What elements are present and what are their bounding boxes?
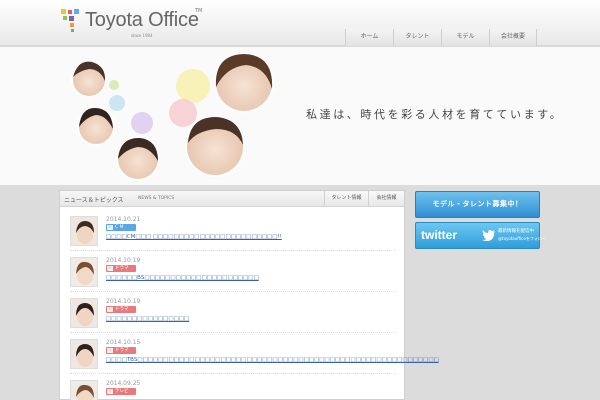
news-category-badge: ▭ ドラマ (106, 306, 136, 313)
news-thumbnail[interactable] (70, 380, 98, 400)
nav-home[interactable]: ホーム (345, 29, 393, 46)
logo-text: Toyota Office (85, 9, 199, 31)
site-logo[interactable]: Toyota Office TM since 1984 (59, 7, 219, 41)
news-category-label: ドラマ (115, 266, 129, 271)
news-category-badge: ▭ C M (106, 224, 136, 231)
twitter-note: 最新情報を配信中 (498, 229, 534, 234)
news-category-label: テレビ (115, 389, 129, 394)
news-thumbnail[interactable] (70, 257, 98, 287)
news-link[interactable]: □□□□CM□□□ □□□□□□□□□□□□□□□□□□□□□□□□!! (106, 234, 282, 240)
news-link[interactable]: □□□□TBS□□□□□□□□□□□□□□□□□□□□□□□□□□□□□□□□□… (106, 357, 439, 363)
news-subtitle: NEWS & TOPICS (138, 196, 175, 201)
news-date: 2014.10.19 (106, 298, 141, 305)
twitter-banner[interactable]: twitter 最新情報を配信中 @toyotaofficeをフォロー (415, 222, 546, 249)
site-header: Toyota Office TM since 1984 ホーム タレント モデル… (0, 0, 600, 46)
twitter-bird-icon (482, 230, 495, 241)
news-item: 2014.10.19 ▭ ドラマ □□□□□□BS□□□□□□□□□□□□□□□… (70, 254, 396, 292)
nav-company[interactable]: 会社概要 (489, 29, 537, 46)
portrait-4 (214, 53, 274, 113)
logo-trademark: TM (195, 8, 203, 14)
news-panel: ニュース＆トピックス NEWS & TOPICS タレント情報 会社情報 201… (59, 190, 439, 400)
model-recruit-banner[interactable]: モデル・タレント募集中！ (415, 191, 540, 218)
news-thumbnail[interactable] (70, 216, 98, 246)
model-recruit-label: モデル・タレント募集中！ (432, 200, 523, 208)
portrait-2 (77, 107, 115, 146)
news-item: 2014.09.25 ▭ テレビ (70, 377, 396, 400)
news-category-badge: ▭ ドラマ (106, 347, 136, 354)
news-category-label: ドラマ (115, 348, 129, 353)
tab-company-info[interactable]: 会社情報 (368, 191, 404, 206)
nav-model[interactable]: モデル (441, 29, 489, 46)
news-category-label: ドラマ (115, 307, 129, 312)
news-date: 2014.10.19 (106, 257, 141, 264)
news-category-badge: ▭ ドラマ (106, 265, 136, 272)
news-item: 2014.10.15 ▭ ドラマ □□□□TBS□□□□□□□□□□□□□□□□… (70, 336, 439, 374)
news-link[interactable]: □□□□□□BS□□□□□□□□□□□□□□□□□□□□□□ (106, 275, 259, 281)
news-category-label: C M (115, 225, 124, 230)
twitter-handle: @toyotaofficeをフォロー (498, 236, 546, 241)
tv-icon: ▭ (107, 307, 113, 312)
hero-banner: 私達は、時代を彩る人材を育てています。 (0, 47, 600, 185)
news-item: 2014.10.21 ▭ C M □□□□CM□□□ □□□□□□□□□□□□□… (70, 213, 396, 251)
tv-icon: ▭ (107, 348, 113, 353)
news-thumbnail[interactable] (70, 298, 98, 328)
news-item: 2014.10.19 ▭ ドラマ □□□□□□□□□□□□□□□□ (70, 295, 396, 333)
nav-talent[interactable]: タレント (393, 29, 441, 46)
news-title: ニュース＆トピックス (64, 197, 124, 204)
portrait-1 (71, 61, 107, 98)
portrait-5 (185, 117, 245, 177)
news-date: 2014.09.25 (106, 380, 141, 387)
portrait-3 (116, 137, 160, 181)
tv-icon: ▭ (107, 225, 113, 230)
global-nav: ホーム タレント モデル 会社概要 (345, 29, 537, 46)
news-header: ニュース＆トピックス NEWS & TOPICS タレント情報 会社情報 (60, 191, 404, 207)
news-date: 2014.10.21 (106, 216, 141, 223)
twitter-wordmark: twitter (421, 228, 457, 242)
tv-icon: ▭ (107, 389, 113, 394)
news-link[interactable]: □□□□□□□□□□□□□□□□ (106, 316, 189, 322)
hero-tagline: 私達は、時代を彩る人材を育てています。 (306, 108, 564, 121)
logo-mark-icon (61, 9, 79, 32)
tab-talent-info[interactable]: タレント情報 (324, 191, 368, 206)
news-date: 2014.10.15 (106, 339, 141, 346)
news-thumbnail[interactable] (70, 339, 98, 369)
tv-icon: ▭ (107, 266, 113, 271)
news-category-badge: ▭ テレビ (106, 388, 136, 395)
logo-since: since 1984 (131, 34, 153, 39)
